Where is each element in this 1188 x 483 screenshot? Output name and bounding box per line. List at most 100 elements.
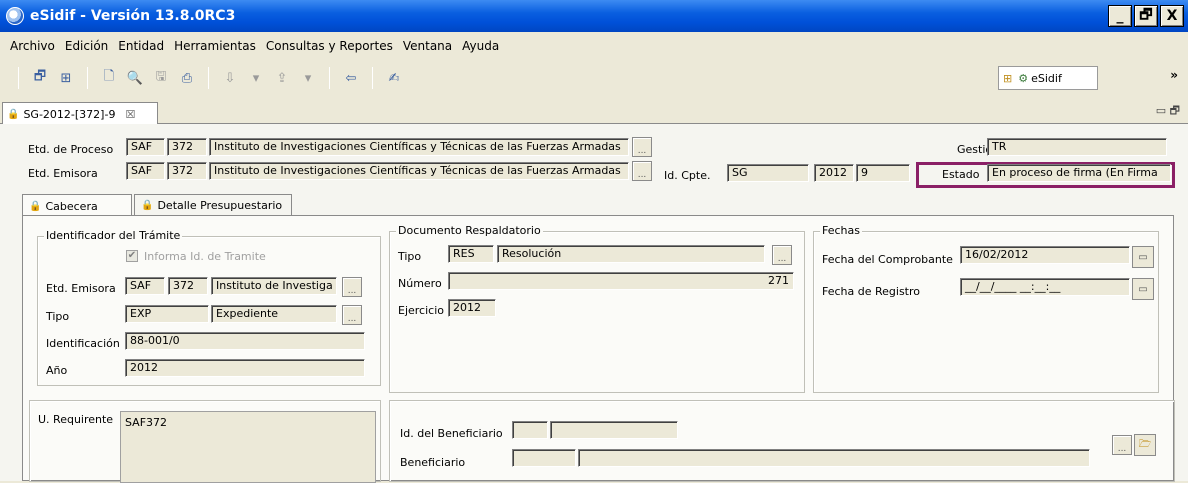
window-title: eSidif - Versión 13.8.0RC3	[30, 8, 236, 24]
import-icon[interactable]: ⇪	[273, 69, 291, 87]
etd-proceso-code-field[interactable]: 372	[167, 138, 207, 156]
identificacion-field[interactable]: 88-001/0	[125, 332, 365, 350]
close-tab-icon[interactable]: ☒	[125, 108, 135, 121]
informa-tramite-checkbox[interactable]: ✔	[126, 250, 138, 262]
print-icon[interactable]: ⎙	[178, 69, 196, 87]
anio-label: Año	[46, 364, 68, 377]
esidif-perspective-icon: ⚙	[1018, 71, 1029, 85]
requirente-label: U. Requirente	[38, 413, 114, 426]
close-button[interactable]: X	[1160, 5, 1184, 27]
etd-emisora-code-field[interactable]: 372	[167, 162, 207, 180]
open-perspective-icon[interactable]: ⊞	[1003, 72, 1012, 85]
tramite-tipo-label: Tipo	[46, 310, 70, 323]
etd-emisora-label: Etd. Emisora	[28, 167, 98, 180]
numero-field[interactable]: 271	[448, 272, 794, 290]
window-controls: _ 🗗 X	[1108, 5, 1184, 27]
id-cpte-number-field[interactable]: 9	[856, 164, 910, 182]
fechas-group-title: Fechas	[820, 224, 862, 237]
id-beneficiario-type-field[interactable]	[512, 421, 548, 439]
fecha-registro-field[interactable]: __/__/____ __:__:__	[960, 278, 1130, 296]
menu-archivo[interactable]: Archivo	[10, 39, 55, 53]
id-cpte-type-field[interactable]: SG	[727, 164, 809, 182]
beneficiario-name-field[interactable]	[578, 449, 1090, 467]
export-icon[interactable]: ⇩	[221, 69, 239, 87]
menu-entidad[interactable]: Entidad	[118, 39, 164, 53]
tramite-tipo-name-field[interactable]: Expediente	[211, 305, 337, 323]
documento-tipo-label: Tipo	[398, 250, 422, 263]
requirente-value: SAF372	[125, 416, 168, 429]
editor-tab-label: SG-2012-[372]-9	[23, 107, 116, 121]
documento-group: Documento Respaldatorio Tipo RES Resoluc…	[389, 224, 805, 393]
new-document-icon[interactable]: 🗋	[100, 69, 118, 87]
calendar-icon[interactable]: ▭	[1132, 278, 1154, 300]
etd-proceso-label: Etd. de Proceso	[28, 143, 114, 156]
search-icon[interactable]: 🔍	[126, 69, 144, 87]
id-cpte-label: Id. Cpte.	[664, 169, 711, 182]
etd-emisora-saf-field[interactable]: SAF	[126, 162, 165, 180]
documento-group-title: Documento Respaldatorio	[396, 224, 543, 237]
open-folder-icon[interactable]: 🗁	[1134, 434, 1156, 456]
fecha-comprobante-label: Fecha del Comprobante	[822, 253, 953, 266]
sign-document-icon[interactable]: ✍	[385, 69, 403, 87]
etd-proceso-name-field[interactable]: Instituto de Investigaciones Científicas…	[209, 138, 629, 156]
tab-cabecera-label: Cabecera	[45, 199, 98, 213]
perspective-switcher[interactable]: ⊞ ⚙ eSidif	[998, 66, 1098, 90]
toolbar-separator	[372, 67, 373, 89]
documento-tipo-lookup-button[interactable]: ...	[772, 245, 792, 265]
app-logo-icon	[6, 7, 24, 25]
beneficiario-label: Beneficiario	[400, 456, 466, 469]
title-bar: eSidif - Versión 13.8.0RC3 _ 🗗 X	[0, 0, 1188, 32]
menu-consultas-reportes[interactable]: Consultas y Reportes	[266, 39, 393, 53]
hierarchy-icon[interactable]: ⊞	[57, 69, 75, 87]
id-cpte-year-field[interactable]: 2012	[814, 164, 854, 182]
perspective-label: eSidif	[1031, 71, 1062, 85]
tramite-tipo-lookup-button[interactable]: ...	[342, 305, 362, 325]
fecha-comprobante-field[interactable]: 16/02/2012	[960, 246, 1130, 264]
back-arrow-icon[interactable]: ⇦	[342, 69, 360, 87]
toolbar-separator	[18, 67, 19, 89]
menu-edicion[interactable]: Edición	[65, 39, 108, 53]
documento-tipo-code-field[interactable]: RES	[448, 245, 494, 263]
toolbar-overflow-chevron[interactable]: »	[1170, 68, 1178, 82]
dropdown-arrow-icon[interactable]: ▾	[247, 69, 265, 87]
maximize-button[interactable]: 🗗	[1134, 5, 1158, 27]
restore-view-icon[interactable]: 🗗	[31, 69, 49, 87]
beneficiario-group: Id. del Beneficiario Beneficiario ... 🗁	[389, 400, 1175, 482]
tramite-name-field[interactable]: Instituto de Investiga	[211, 277, 337, 295]
beneficiario-code-field[interactable]	[512, 449, 576, 467]
save-icon[interactable]: 🖫	[152, 69, 170, 87]
fechas-group: Fechas Fecha del Comprobante 16/02/2012 …	[813, 224, 1159, 393]
tramite-tipo-code-field[interactable]: EXP	[125, 305, 209, 323]
tramite-saf-field[interactable]: SAF	[125, 277, 165, 295]
etd-emisora-lookup-button[interactable]: ...	[632, 161, 652, 181]
id-beneficiario-label: Id. del Beneficiario	[400, 427, 503, 440]
tramite-etd-emisora-label: Etd. Emisora	[46, 282, 116, 295]
tramite-etd-lookup-button[interactable]: ...	[342, 277, 362, 297]
menu-herramientas[interactable]: Herramientas	[174, 39, 256, 53]
anio-field[interactable]: 2012	[125, 359, 365, 377]
tab-detalle-presupuestario[interactable]: 🔒 Detalle Presupuestario	[134, 194, 292, 216]
minimize-button[interactable]: _	[1108, 5, 1132, 27]
lock-icon: 🔒	[29, 200, 42, 212]
cabecera-panel: Identificador del Trámite ✔ Informa Id. …	[22, 215, 1175, 483]
etd-proceso-lookup-button[interactable]: ...	[632, 137, 652, 157]
gestion-field[interactable]: TR	[987, 138, 1167, 156]
menu-ayuda[interactable]: Ayuda	[462, 39, 499, 53]
estado-label: Estado	[942, 168, 980, 181]
id-beneficiario-number-field[interactable]	[550, 421, 678, 439]
dropdown-arrow-icon[interactable]: ▾	[299, 69, 317, 87]
estado-field[interactable]: En proceso de firma (En Firma	[987, 164, 1171, 182]
numero-label: Número	[398, 277, 442, 290]
etd-proceso-saf-field[interactable]: SAF	[126, 138, 165, 156]
beneficiario-lookup-button[interactable]: ...	[1112, 435, 1132, 455]
documento-tipo-name-field[interactable]: Resolución	[497, 245, 765, 263]
ejercicio-field[interactable]: 2012	[448, 299, 496, 317]
requirente-field[interactable]: SAF372	[120, 411, 376, 483]
editor-tab[interactable]: 🔒 SG-2012-[372]-9 ☒	[2, 102, 158, 125]
menu-ventana[interactable]: Ventana	[403, 39, 452, 53]
etd-emisora-name-field[interactable]: Instituto de Investigaciones Científicas…	[209, 162, 629, 180]
calendar-icon[interactable]: ▭	[1132, 246, 1154, 268]
tramite-code-field[interactable]: 372	[168, 277, 208, 295]
minimize-maximize-editor-icon[interactable]: ▭ 🗗	[1156, 102, 1180, 121]
tab-cabecera[interactable]: 🔒 Cabecera	[22, 194, 132, 217]
